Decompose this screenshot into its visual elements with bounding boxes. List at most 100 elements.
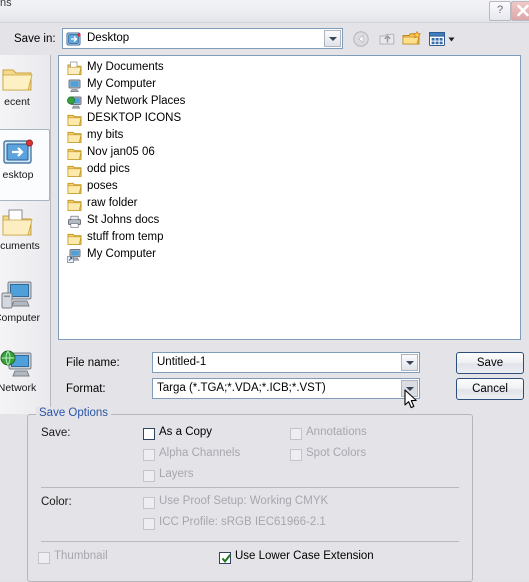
- checkbox-label: Thumbnail: [54, 550, 108, 562]
- place-label: ocuments: [0, 240, 40, 252]
- save-button-label: Save: [476, 357, 504, 369]
- my-computer-icon: [68, 79, 81, 92]
- file-list[interactable]: My Documents My Computer My Network Plac…: [58, 55, 521, 340]
- checkbox-label: ICC Profile: sRGB IEC61966-2.1: [159, 516, 326, 528]
- cancel-button[interactable]: Cancel: [456, 378, 524, 400]
- checkbox-box: [219, 552, 231, 564]
- my-computer-shortcut-icon: [67, 249, 81, 263]
- list-item-label: My Computer: [87, 78, 157, 90]
- list-item[interactable]: My Computer: [59, 77, 520, 94]
- recent-folder-icon: [2, 69, 33, 91]
- create-new-folder-button[interactable]: [402, 30, 422, 49]
- list-item[interactable]: DESKTOP ICONS: [59, 111, 520, 128]
- divider: [41, 487, 459, 488]
- help-button[interactable]: ?: [489, 1, 511, 21]
- file-name-dropdown-arrow[interactable]: [401, 354, 418, 371]
- my-network-places-icon: [0, 350, 32, 377]
- close-icon: [517, 4, 529, 17]
- my-network-places-icon: [67, 96, 82, 109]
- folder-icon: [67, 233, 82, 245]
- folder-icon: [67, 182, 82, 194]
- save-options-legend: Save Options: [36, 407, 112, 419]
- checkbox-label: Spot Colors: [306, 447, 367, 459]
- format-label: Format:: [66, 383, 106, 395]
- checkbox-box: [290, 428, 302, 440]
- format-combobox[interactable]: Targa (*.TGA;*.VDA;*.ICB;*.VST): [152, 378, 420, 399]
- my-documents-icon: [67, 61, 82, 75]
- place-item-desktop[interactable]: esktop: [0, 129, 50, 201]
- list-item[interactable]: odd pics: [59, 162, 520, 179]
- mouse-cursor: [404, 389, 417, 409]
- save-in-dropdown-arrow[interactable]: [324, 30, 341, 47]
- views-button[interactable]: [428, 30, 458, 49]
- checkbox-label: As a Copy: [159, 426, 213, 438]
- checkbox-box: [290, 449, 302, 461]
- desktop-icon: [3, 139, 33, 164]
- place-label: Network: [0, 382, 37, 394]
- save-button[interactable]: Save: [456, 352, 524, 374]
- folder-icon: [67, 199, 82, 211]
- place-label: ecent: [4, 96, 30, 108]
- views-grid-icon: [429, 32, 455, 46]
- save-in-label: Save in:: [14, 33, 56, 45]
- list-item-label: raw folder: [87, 197, 138, 209]
- list-item-label: my bits: [87, 129, 124, 141]
- list-item[interactable]: stuff from temp: [59, 230, 520, 247]
- list-item[interactable]: Nov jan05 06: [59, 145, 520, 162]
- save-as-dialog: ns ? Save in: Desktop ecent esktop cumen…: [0, 0, 529, 582]
- title-bar: [0, 0, 529, 23]
- checkbox-box: [143, 518, 155, 530]
- list-item-label: stuff from temp: [87, 231, 164, 243]
- place-label: Computer: [0, 312, 41, 324]
- list-item[interactable]: poses: [59, 179, 520, 196]
- list-item[interactable]: My Documents: [59, 60, 520, 77]
- checkbox-label: Use Proof Setup: Working CMYK: [159, 495, 329, 507]
- place-item-recent[interactable]: ecent: [0, 57, 48, 127]
- cancel-button-label: Cancel: [472, 383, 508, 395]
- checkbox-box: [143, 497, 155, 509]
- up-one-level-button[interactable]: [378, 30, 398, 49]
- folder-icon: [67, 114, 82, 126]
- file-name-value: Untitled-1: [157, 356, 207, 368]
- back-arrow-icon: [353, 31, 369, 47]
- divider: [41, 541, 459, 542]
- place-item-my-computer[interactable]: Computer: [0, 273, 48, 343]
- list-item[interactable]: St Johns docs: [59, 213, 520, 230]
- file-name-combobox[interactable]: Untitled-1: [152, 352, 420, 373]
- checkbox-label: Layers: [159, 468, 194, 480]
- save-section-label: Save:: [41, 427, 71, 439]
- list-item-label: My Documents: [87, 61, 164, 73]
- window-title-fragment: ns: [0, 0, 12, 9]
- back-button[interactable]: [352, 30, 372, 49]
- place-item-my-network-places[interactable]: Network: [0, 343, 48, 413]
- list-item-label: My Network Places: [87, 95, 186, 107]
- list-item-label: DESKTOP ICONS: [87, 112, 182, 124]
- help-icon: ?: [496, 4, 504, 16]
- list-item[interactable]: My Computer: [59, 247, 520, 264]
- format-value: Targa (*.TGA;*.VDA;*.ICB;*.VST): [157, 382, 326, 394]
- list-item-label: My Computer: [87, 248, 157, 260]
- checkbox-label: Alpha Channels: [159, 447, 241, 459]
- list-item-label: Nov jan05 06: [87, 146, 155, 158]
- save-in-value: Desktop: [87, 32, 130, 44]
- checkbox-box: [143, 428, 155, 440]
- my-computer-icon: [1, 281, 32, 309]
- list-item-label: odd pics: [87, 163, 130, 175]
- folder-icon: [67, 165, 82, 177]
- save-in-combobox[interactable]: Desktop: [62, 28, 343, 49]
- list-item[interactable]: my bits: [59, 128, 520, 145]
- list-item[interactable]: My Network Places: [59, 94, 520, 111]
- color-section-label: Color:: [41, 496, 72, 508]
- places-bar: ecent esktop ocuments: [0, 55, 51, 414]
- close-button[interactable]: [511, 1, 529, 21]
- printer-shortcut-icon: [68, 215, 81, 228]
- checkbox-box: [143, 449, 155, 461]
- list-item[interactable]: raw folder: [59, 196, 520, 213]
- checkbox-box: [143, 470, 155, 482]
- folder-icon: [67, 131, 82, 143]
- my-documents-icon: [2, 209, 33, 236]
- list-item-label: St Johns docs: [87, 214, 160, 226]
- place-item-my-documents[interactable]: ocuments: [0, 201, 48, 271]
- checkbox-label: Use Lower Case Extension: [235, 550, 374, 562]
- checkbox-box: [38, 552, 50, 564]
